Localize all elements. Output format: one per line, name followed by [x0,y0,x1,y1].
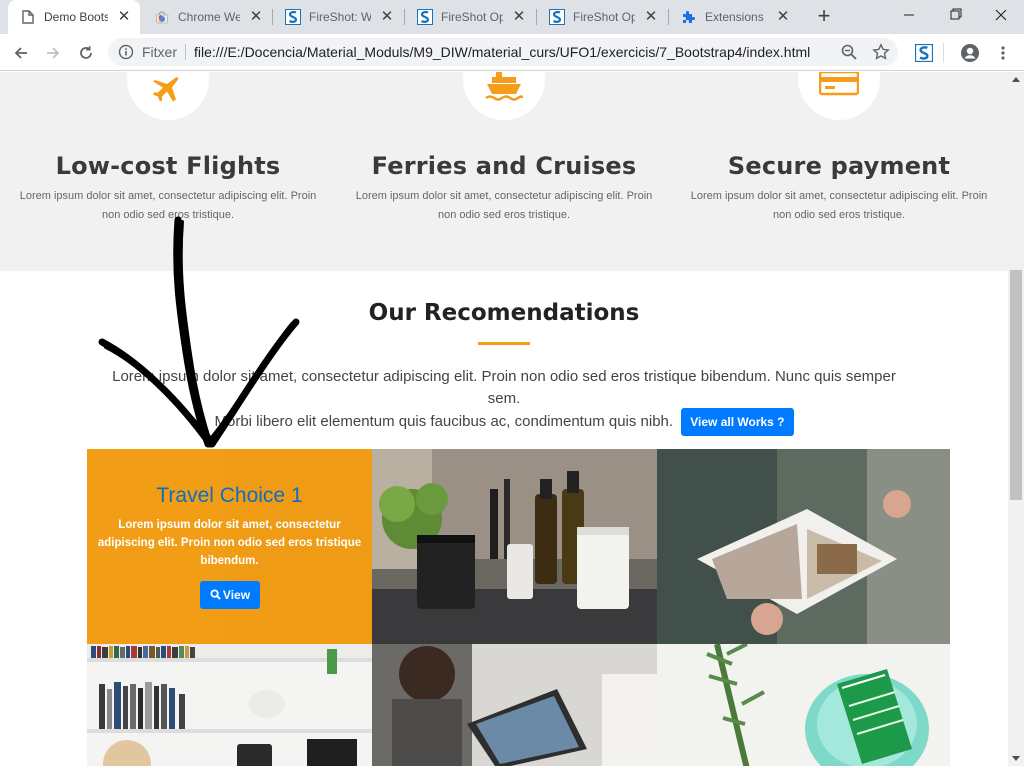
tab-fireshot-web[interactable]: FireShot: We ✕ [273,0,403,34]
view-all-works-button[interactable]: View all Works ? [681,408,794,436]
star-icon[interactable] [872,43,890,61]
bookshelf-photo [87,644,372,766]
arrow-left-icon [14,47,27,59]
tab-extensions[interactable]: Extensions ✕ [669,0,799,34]
ship-icon [485,72,524,101]
portfolio-item-5[interactable] [372,644,657,766]
puzzle-icon [681,9,697,25]
page-scrollbar[interactable] [1008,72,1024,766]
card-overlay: Travel Choice 1 Lorem ipsum dolor sit am… [87,449,372,644]
feature-title: Low-cost Flights [55,152,281,180]
address-bar[interactable]: Fitxer file:///E:/Docencia/Material_Modu… [108,38,898,66]
toolbar-divider [943,43,944,63]
new-tab-button[interactable]: + [813,5,835,28]
tab-chrome-web-store[interactable]: Chrome Web ✕ [142,0,272,34]
fireshot-icon [549,9,565,25]
magazine-photo [657,449,950,644]
tab-title: FireShot: We [309,10,371,24]
zoom-icon[interactable] [840,43,858,61]
view-button-label: View [222,588,251,602]
feature-icon-circle [798,72,880,120]
close-icon[interactable]: ✕ [511,9,527,25]
product-photo [657,644,950,766]
feature-icon-circle [127,72,209,120]
fireshot-icon [915,44,933,62]
close-icon[interactable]: ✕ [248,9,264,25]
tab-title: FireShot Opt [573,10,635,24]
tab-title: Extensions [705,10,764,24]
fireshot-extension-button[interactable] [910,39,938,67]
portfolio-item-1[interactable]: Travel Choice 1 Lorem ipsum dolor sit am… [87,449,372,644]
tablet-photo [372,644,657,766]
profile-button[interactable] [956,39,984,67]
close-icon[interactable]: ✕ [379,9,395,25]
feature-text: Lorem ipsum dolor sit amet, consectetur … [355,190,653,221]
portfolio-item-2[interactable] [372,449,657,644]
features-section: Low-cost Flights Lorem ipsum dolor sit a… [0,72,1008,271]
tab-title: FireShot Opt [441,10,503,24]
portfolio-item-4[interactable] [87,644,372,766]
feature-text: Lorem ipsum dolor sit amet, consectetur … [690,190,988,221]
fireshot-icon [285,9,301,25]
browser-toolbar: Fitxer file:///E:/Docencia/Material_Modu… [0,34,1024,71]
recommendations-grid: Travel Choice 1 Lorem ipsum dolor sit am… [87,449,950,766]
section-text: Lorem ipsum dolor sit amet, consectetur … [112,368,896,407]
close-icon[interactable]: ✕ [116,9,132,25]
fireshot-icon [417,9,433,25]
scroll-down-arrow-icon[interactable] [1012,756,1020,761]
url-text[interactable]: file:///E:/Docencia/Material_Moduls/M9_D… [194,44,810,60]
window-close-button[interactable] [978,0,1024,30]
reload-button[interactable] [72,39,100,67]
page-viewport: Low-cost Flights Lorem ipsum dolor sit a… [0,72,1008,766]
close-icon[interactable]: ✕ [643,9,659,25]
security-label: Fitxer [142,44,177,60]
document-icon [20,9,36,25]
tab-strip: Demo Boots ✕ Chrome Web ✕ FireShot: We ✕… [0,0,1024,34]
tab-title: Demo Boots [44,10,108,24]
tab-fireshot-options-1[interactable]: FireShot Opt ✕ [405,0,535,34]
portfolio-item-6[interactable] [657,644,950,766]
feature-icon-circle [463,72,545,120]
view-button[interactable]: View [200,581,260,609]
info-icon[interactable] [118,44,134,60]
section-text-line-2: Morbi libero elit elementum quis faucibu… [0,408,1008,436]
portfolio-item-3[interactable] [657,449,950,644]
scroll-thumb[interactable] [1010,270,1022,500]
title-underline [478,342,530,345]
chrome-webstore-icon [154,9,170,25]
section-title: Our Recomendations [368,300,640,326]
tab-fireshot-options-2[interactable]: FireShot Opt ✕ [537,0,667,34]
minimize-button[interactable] [886,0,932,30]
section-text-2: Morbi libero elit elementum quis faucibu… [214,412,674,430]
menu-button[interactable] [989,39,1017,67]
reload-icon [80,46,92,59]
tab-demo-bootstrap[interactable]: Demo Boots ✕ [8,0,140,34]
kebab-menu-icon [1001,46,1005,60]
close-icon[interactable]: ✕ [775,9,791,25]
feature-title: Secure payment [727,152,951,180]
account-icon [961,44,979,62]
tab-title: Chrome Web [178,10,240,24]
kitchen-jars-photo [372,449,657,644]
card-text: Lorem ipsum dolor sit amet, consectetur … [97,519,362,567]
feature-text: Lorem ipsum dolor sit amet, consectetur … [19,190,317,221]
omnibox-divider [185,44,186,60]
airplane-icon [153,77,179,102]
credit-card-icon [819,72,859,96]
scroll-up-arrow-icon[interactable] [1012,77,1020,82]
restore-button[interactable] [932,0,978,30]
back-button[interactable] [7,39,35,67]
search-icon [210,589,221,600]
forward-button[interactable] [39,39,67,67]
card-title: Travel Choice 1 [156,484,303,507]
feature-title: Ferries and Cruises [371,152,637,180]
arrow-right-icon [47,47,60,59]
